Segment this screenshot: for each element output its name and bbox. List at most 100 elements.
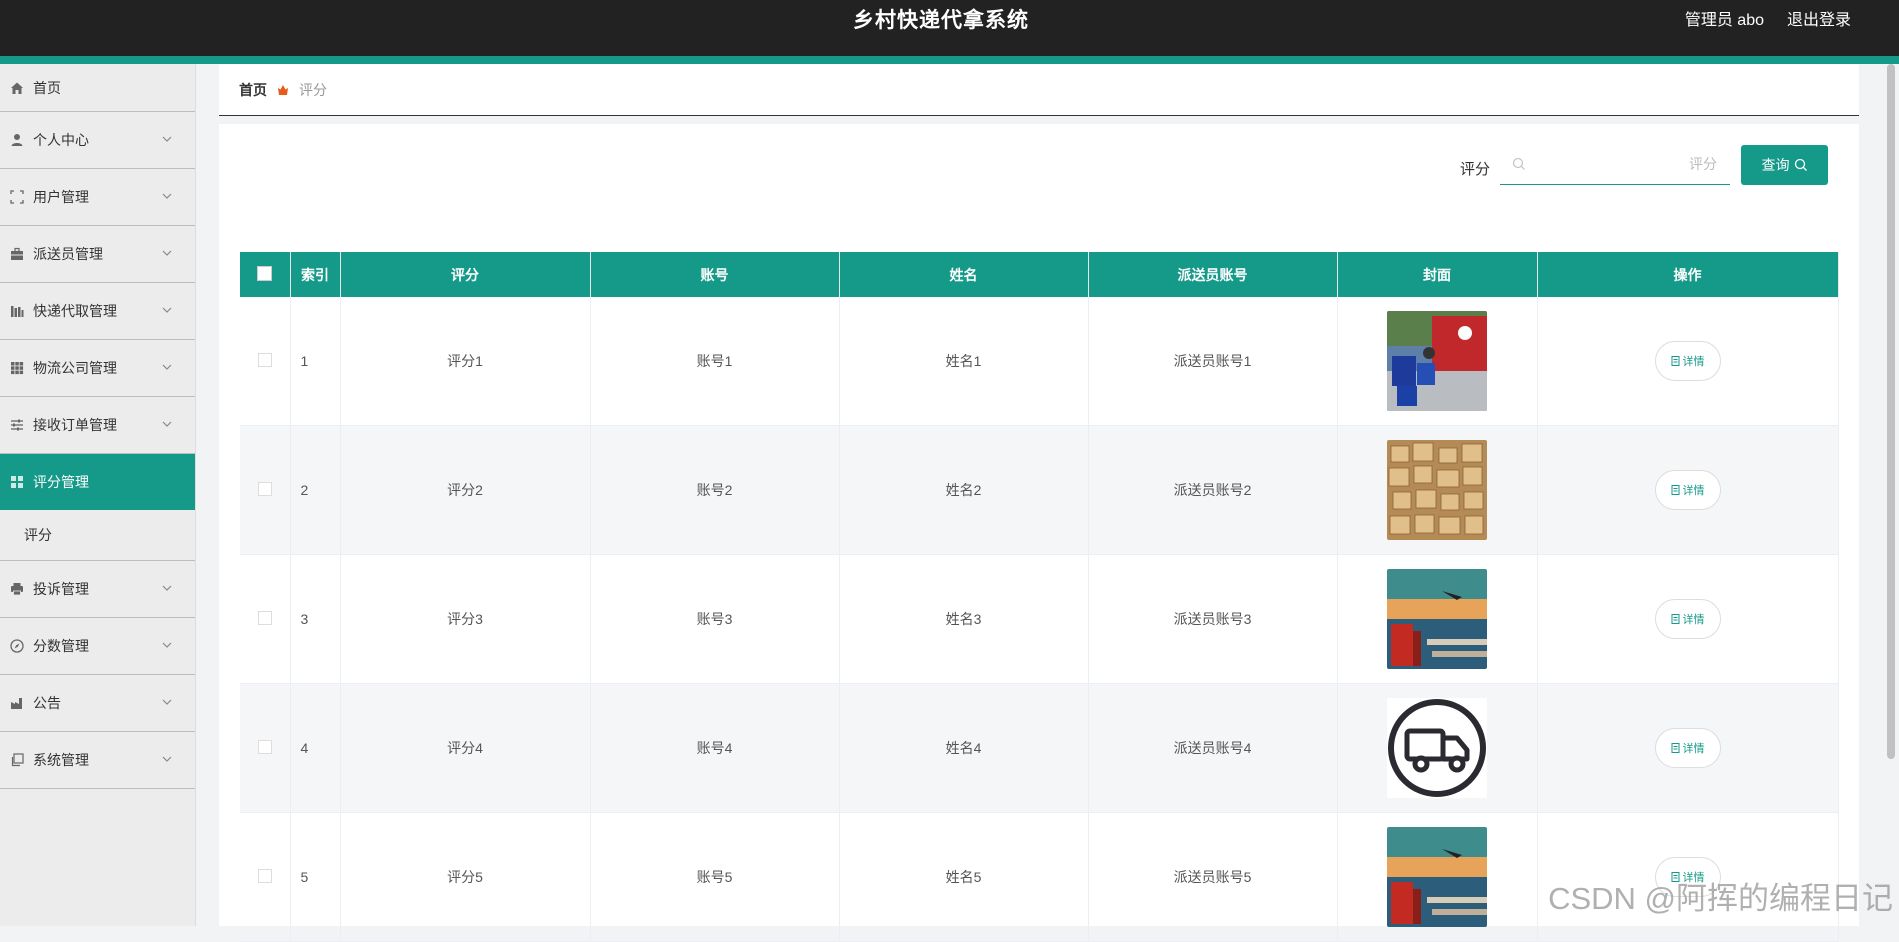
sidebar-item-express-pickup-management[interactable]: 快递代取管理 <box>0 283 195 340</box>
cover-logistics-photo[interactable] <box>1387 827 1487 927</box>
cover-logistics-photo[interactable] <box>1387 569 1487 669</box>
row-checkbox[interactable] <box>257 868 272 883</box>
row-courier-account: 派送员账号5 <box>1088 812 1338 942</box>
row-index: 3 <box>290 554 341 684</box>
row-select-cell <box>240 554 291 684</box>
sidebar-item-user-management[interactable]: 用户管理 <box>0 169 195 226</box>
content-panel: 评分 查询 索引 评分 账号 姓名 派送员账号 封面 操作 <box>219 124 1859 942</box>
row-cover-cell <box>1337 297 1538 426</box>
factory-icon <box>10 696 24 710</box>
row-score: 评分4 <box>340 683 591 813</box>
select-all-checkbox[interactable] <box>257 265 273 281</box>
detail-button-label: 详情 <box>1682 743 1705 755</box>
row-courier-account: 派送员账号2 <box>1088 425 1338 555</box>
sidebar-item-label: 接收订单管理 <box>33 417 117 433</box>
table-row: 3 评分3 账号3 姓名3 派送员账号3 详情 <box>240 554 1839 684</box>
row-index: 2 <box>290 425 341 555</box>
column-header-index: 索引 <box>290 252 341 297</box>
sidebar-item-complaint-management[interactable]: 投诉管理 <box>0 561 195 618</box>
document-icon <box>1671 743 1679 753</box>
detail-button[interactable]: 详情 <box>1654 599 1721 639</box>
page-scrollbar[interactable] <box>1887 64 1895 764</box>
sidebar-subitem-rating[interactable]: 评分 <box>0 510 195 561</box>
header-accent-strip <box>0 56 1899 64</box>
detail-button[interactable]: 详情 <box>1654 470 1721 510</box>
search-input[interactable] <box>1530 144 1719 184</box>
row-index: 5 <box>290 812 341 942</box>
logout-link[interactable]: 退出登录 <box>1787 6 1851 30</box>
row-name: 姓名1 <box>839 297 1089 426</box>
sidebar-item-label: 评分管理 <box>33 474 89 490</box>
detail-button-label: 详情 <box>1682 614 1705 626</box>
row-checkbox[interactable] <box>257 739 272 754</box>
sidebar-item-rating-management[interactable]: 评分管理 <box>0 454 195 510</box>
breadcrumb-home[interactable]: 首页 <box>239 80 267 100</box>
query-button[interactable]: 查询 <box>1741 145 1828 185</box>
scrollbar-thumb[interactable] <box>1887 64 1895 759</box>
row-checkbox[interactable] <box>257 352 272 367</box>
row-courier-account: 派送员账号4 <box>1088 683 1338 813</box>
row-name: 姓名4 <box>839 683 1089 813</box>
document-icon <box>1671 485 1679 495</box>
row-checkbox[interactable] <box>257 481 272 496</box>
sidebar: 首页 个人中心 用户管理 派送员管理 快递代取管理 物流公司管理 接收订单管理 … <box>0 64 196 926</box>
sidebar-item-label: 系统管理 <box>33 752 89 768</box>
sidebar-item-score-management[interactable]: 分数管理 <box>0 618 195 675</box>
search-icon <box>1794 158 1807 171</box>
printer-icon <box>10 582 24 596</box>
cover-delivery-truck-photo[interactable] <box>1387 311 1487 411</box>
cover-boxes-photo[interactable] <box>1387 440 1487 540</box>
data-table: 索引 评分 账号 姓名 派送员账号 封面 操作 1 评分1 账号1 姓名1 派送… <box>240 252 1839 942</box>
column-header-score: 评分 <box>340 252 591 297</box>
home-icon <box>10 81 24 95</box>
row-actions-cell: 详情 <box>1537 554 1839 684</box>
row-account: 账号2 <box>590 425 840 555</box>
cover-truck-icon[interactable] <box>1387 698 1487 798</box>
row-score: 评分5 <box>340 812 591 942</box>
sidebar-item-system-management[interactable]: 系统管理 <box>0 732 195 789</box>
detail-button-label: 详情 <box>1682 485 1705 497</box>
sidebar-item-label: 分数管理 <box>33 638 89 654</box>
table-row: 1 评分1 账号1 姓名1 派送员账号1 详情 <box>240 297 1839 426</box>
column-header-actions: 操作 <box>1537 252 1839 297</box>
detail-button[interactable]: 详情 <box>1654 341 1721 381</box>
search-icon <box>1512 157 1525 170</box>
chevron-down-icon <box>162 421 172 427</box>
sidebar-item-home[interactable]: 首页 <box>0 64 195 112</box>
breadcrumb: 首页 评分 <box>219 64 1859 116</box>
sidebar-item-label: 用户管理 <box>33 189 89 205</box>
chevron-down-icon <box>162 136 172 142</box>
sidebar-item-courier-management[interactable]: 派送员管理 <box>0 226 195 283</box>
row-checkbox[interactable] <box>257 610 272 625</box>
sidebar-item-personal-center[interactable]: 个人中心 <box>0 112 195 169</box>
chevron-down-icon <box>162 585 172 591</box>
copy-icon <box>10 753 24 767</box>
row-actions-cell: 详情 <box>1537 425 1839 555</box>
row-courier-account: 派送员账号3 <box>1088 554 1338 684</box>
row-name: 姓名5 <box>839 812 1089 942</box>
chart-icon <box>10 304 24 318</box>
select-all-cell <box>240 252 291 297</box>
search-label: 评分 <box>1460 161 1491 178</box>
chevron-down-icon <box>162 364 172 370</box>
row-account: 账号3 <box>590 554 840 684</box>
row-cover-cell <box>1337 683 1538 813</box>
sidebar-item-label: 投诉管理 <box>33 581 89 597</box>
table-row: 4 评分4 账号4 姓名4 派送员账号4 详情 <box>240 683 1839 813</box>
sidebar-item-label: 物流公司管理 <box>33 360 117 376</box>
sidebar-item-label: 快递代取管理 <box>33 303 117 319</box>
sidebar-item-order-management[interactable]: 接收订单管理 <box>0 397 195 454</box>
row-account: 账号4 <box>590 683 840 813</box>
sidebar-item-announcement[interactable]: 公告 <box>0 675 195 732</box>
query-button-label: 查询 <box>1761 157 1790 173</box>
briefcase-icon <box>10 247 24 261</box>
row-name: 姓名2 <box>839 425 1089 555</box>
row-score: 评分1 <box>340 297 591 426</box>
frame-icon <box>10 190 24 204</box>
sidebar-item-label: 个人中心 <box>33 132 89 148</box>
sidebar-item-logistics-company-management[interactable]: 物流公司管理 <box>0 340 195 397</box>
table-header-row: 索引 评分 账号 姓名 派送员账号 封面 操作 <box>240 252 1839 297</box>
chevron-down-icon <box>162 699 172 705</box>
detail-button[interactable]: 详情 <box>1654 728 1721 768</box>
sidebar-item-label: 派送员管理 <box>33 246 103 262</box>
